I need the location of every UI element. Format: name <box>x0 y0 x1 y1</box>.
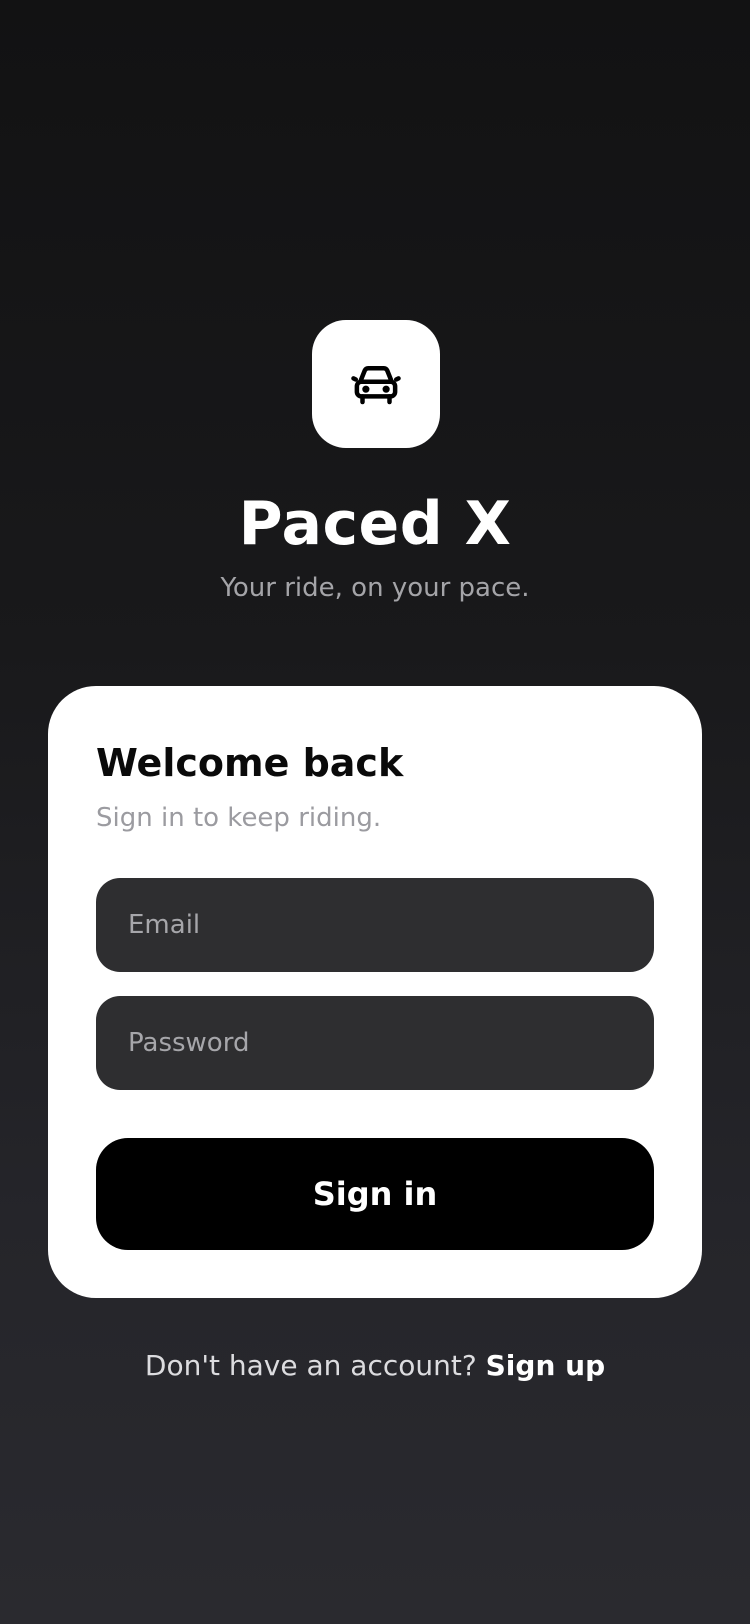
app-logo <box>312 320 440 448</box>
password-field[interactable] <box>96 996 654 1090</box>
signup-prompt-row: Don't have an account? Sign up <box>0 1346 750 1386</box>
login-card: Welcome back Sign in to keep riding. Sig… <box>48 686 702 1298</box>
car-icon <box>351 366 401 405</box>
sign-in-button[interactable]: Sign in <box>96 1138 654 1250</box>
signup-prompt-text: Don't have an account? <box>144 1349 477 1382</box>
sign-up-link[interactable]: Sign up <box>486 1349 605 1382</box>
app-tagline: Your ride, on your pace. <box>220 573 530 603</box>
card-subtitle: Sign in to keep riding. <box>96 803 382 833</box>
email-field[interactable] <box>96 878 654 972</box>
card-title: Welcome back <box>96 741 404 785</box>
app-title: Paced X <box>238 489 512 559</box>
